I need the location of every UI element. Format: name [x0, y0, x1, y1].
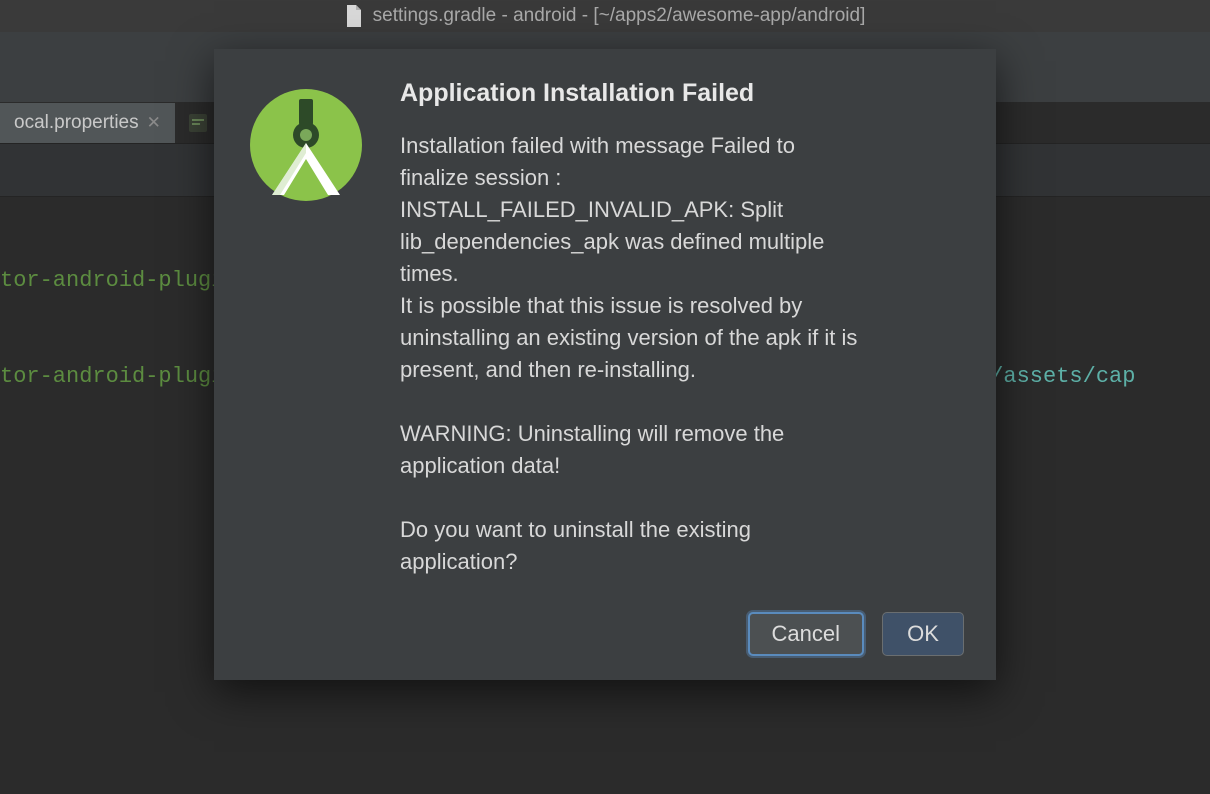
msg-line: uninstalling an existing version of the …	[400, 322, 964, 354]
ok-button[interactable]: OK	[882, 612, 964, 656]
android-studio-icon	[246, 85, 366, 578]
window-titlebar: settings.gradle - android - [~/apps2/awe…	[0, 0, 1210, 32]
msg-line: Installation failed with message Failed …	[400, 130, 964, 162]
msg-line	[400, 482, 964, 514]
dialog-title: Application Installation Failed	[400, 79, 964, 108]
tab-label: ocal.properties	[14, 112, 139, 134]
msg-line: Do you want to uninstall the existing	[400, 514, 964, 546]
msg-line: WARNING: Uninstalling will remove the	[400, 418, 964, 450]
msg-line: finalize session :	[400, 162, 964, 194]
cancel-button[interactable]: Cancel	[748, 612, 864, 656]
msg-line: INSTALL_FAILED_INVALID_APK: Split	[400, 194, 964, 226]
close-icon[interactable]: ✕	[147, 113, 161, 133]
tab-local-properties[interactable]: ocal.properties ✕	[0, 103, 175, 143]
msg-line: It is possible that this issue is resolv…	[400, 290, 964, 322]
msg-line	[400, 386, 964, 418]
gradle-icon	[189, 114, 207, 132]
window-title: settings.gradle - android - [~/apps2/awe…	[373, 5, 866, 27]
dialog-install-failed: Application Installation Failed Installa…	[214, 49, 996, 680]
msg-line: present, and then re-installing.	[400, 354, 964, 386]
msg-line: application?	[400, 546, 964, 578]
msg-line: lib_dependencies_apk was defined multipl…	[400, 226, 964, 258]
file-icon	[345, 5, 363, 27]
msg-line: times.	[400, 258, 964, 290]
msg-line: application data!	[400, 450, 964, 482]
dialog-message: Installation failed with message Failed …	[400, 130, 964, 578]
